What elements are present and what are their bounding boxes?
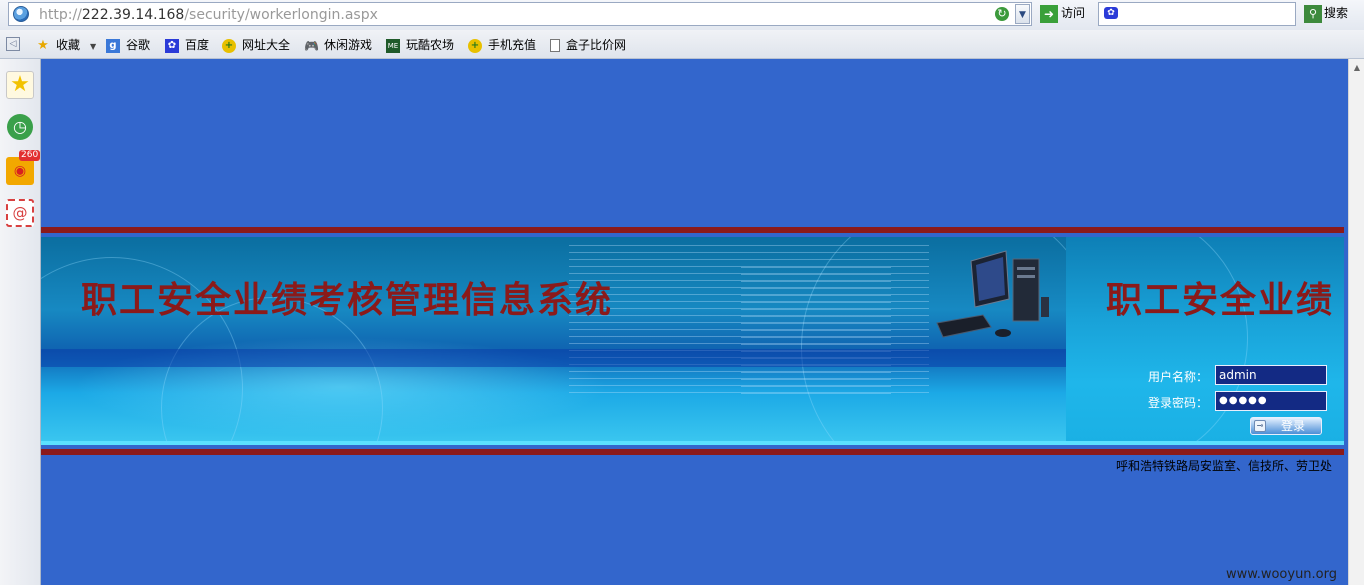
fav-label: 盒子比价网 <box>566 38 627 52</box>
plus-icon: + <box>222 38 236 53</box>
weibo-icon: ◉ <box>13 163 27 179</box>
url-field[interactable]: http://222.39.14.168/security/workerlong… <box>8 2 1032 26</box>
fav-label: 百度 <box>185 38 210 52</box>
fav-item-collect[interactable]: ★ 收藏 ▼ <box>36 36 96 53</box>
login-panel: 职工安全业绩 用户名称： 登录密码： ●●●●● ⊸ 登录 <box>1066 237 1344 445</box>
watermark: www.wooyun.org <box>1226 567 1338 582</box>
username-label: 用户名称： <box>1148 370 1209 384</box>
fav-item-google[interactable]: g 谷歌 <box>106 36 150 53</box>
search-icon: ⚲ <box>1304 4 1322 23</box>
fav-label: 休闲游戏 <box>324 38 373 52</box>
fav-item-baidu[interactable]: ✿ 百度 <box>165 36 209 53</box>
fav-label: 谷歌 <box>126 38 151 52</box>
search-label: 搜索 <box>1324 6 1349 20</box>
url-text[interactable]: http://222.39.14.168/security/workerlong… <box>39 7 378 23</box>
sidebar-toggle-icon[interactable]: ◁ <box>6 35 20 51</box>
decor-stripe <box>41 441 1344 445</box>
plus-icon: + <box>468 38 482 53</box>
at-icon: @ <box>12 204 28 222</box>
chevron-down-icon[interactable]: ▼ <box>1015 4 1030 24</box>
login-banner: 职工安全业绩考核管理信息系统 职工安全业绩 用户名称： 登录密码： ●●●●● … <box>41 227 1344 459</box>
chevron-down-icon[interactable]: ▼ <box>90 42 96 51</box>
fav-label: 手机充值 <box>488 38 537 52</box>
fav-item-price[interactable]: 盒子比价网 <box>550 36 626 53</box>
computer-icon <box>936 250 1049 338</box>
scroll-up-icon[interactable]: ▲ <box>1350 60 1364 76</box>
address-bar: http://222.39.14.168/security/workerlong… <box>0 0 1364 30</box>
fav-label: 玩酷农场 <box>406 38 455 52</box>
me-icon: ME <box>386 38 400 53</box>
search-input[interactable]: ✿ <box>1098 2 1296 26</box>
password-label: 登录密码： <box>1148 396 1209 410</box>
banner-image: 职工安全业绩考核管理信息系统 <box>41 237 1066 445</box>
browser-sidebar: ★ ◷ ◉ 260 @ <box>0 59 41 585</box>
search-button[interactable]: ⚲ 搜索 <box>1304 4 1348 23</box>
decor-stripe <box>41 349 1066 367</box>
gamepad-icon: 🎮 <box>304 38 319 53</box>
fav-item-farm[interactable]: ME 玩酷农场 <box>386 36 454 53</box>
page-icon <box>550 39 560 52</box>
fav-item-hao123[interactable]: + 网址大全 <box>222 36 290 53</box>
login-button-label: 登录 <box>1281 419 1306 433</box>
system-title-repeat: 职工安全业绩 <box>1106 279 1335 321</box>
globe-icon <box>13 6 29 22</box>
star-icon: ★ <box>37 37 49 53</box>
history-button[interactable]: ◷ <box>7 114 33 140</box>
google-icon: g <box>106 38 120 53</box>
mail-button[interactable]: @ <box>6 199 34 227</box>
weibo-button[interactable]: ◉ 260 <box>6 150 41 185</box>
bottom-divider <box>41 449 1344 455</box>
notification-badge: 260 <box>19 150 41 161</box>
fav-label: 网址大全 <box>242 38 291 52</box>
favorites-bar: ◁ ★ 收藏 ▼ g 谷歌 ✿ 百度 + 网址大全 🎮 休闲游戏 ME 玩酷农场 + 手机充值 … <box>0 30 1364 59</box>
vertical-scrollbar[interactable]: ▲ <box>1348 59 1364 585</box>
top-divider <box>41 227 1344 233</box>
decor-ring <box>1066 237 1248 445</box>
decor-text-block <box>741 267 891 397</box>
system-title: 职工安全业绩考核管理信息系统 <box>81 279 614 321</box>
login-button[interactable]: ⊸ 登录 <box>1250 417 1322 435</box>
refresh-icon[interactable]: ↻ <box>995 7 1009 21</box>
star-icon: ★ <box>10 72 30 97</box>
favorites-star-button[interactable]: ★ <box>6 71 34 99</box>
organization-footer: 呼和浩特铁路局安监室、信技所、劳卫处 <box>1116 459 1333 473</box>
password-input[interactable]: ●●●●● <box>1215 391 1327 411</box>
page-content: 职工安全业绩考核管理信息系统 职工安全业绩 用户名称： 登录密码： ●●●●● … <box>41 59 1348 585</box>
baidu-paw-icon[interactable]: ✿ <box>1104 7 1118 19</box>
go-label: 访问 <box>1061 6 1086 20</box>
username-input[interactable] <box>1215 365 1327 385</box>
arrow-right-icon: ➜ <box>1040 4 1058 23</box>
fav-item-games[interactable]: 🎮 休闲游戏 <box>304 36 372 53</box>
fav-label: 收藏 <box>56 38 81 52</box>
go-button[interactable]: ➜ 访问 <box>1040 4 1085 24</box>
clock-icon: ◷ <box>13 117 27 136</box>
fav-item-recharge[interactable]: + 手机充值 <box>468 36 536 53</box>
password-mask: ●●●●● <box>1219 395 1268 406</box>
key-icon: ⊸ <box>1254 420 1266 432</box>
baidu-paw-icon: ✿ <box>165 38 179 53</box>
